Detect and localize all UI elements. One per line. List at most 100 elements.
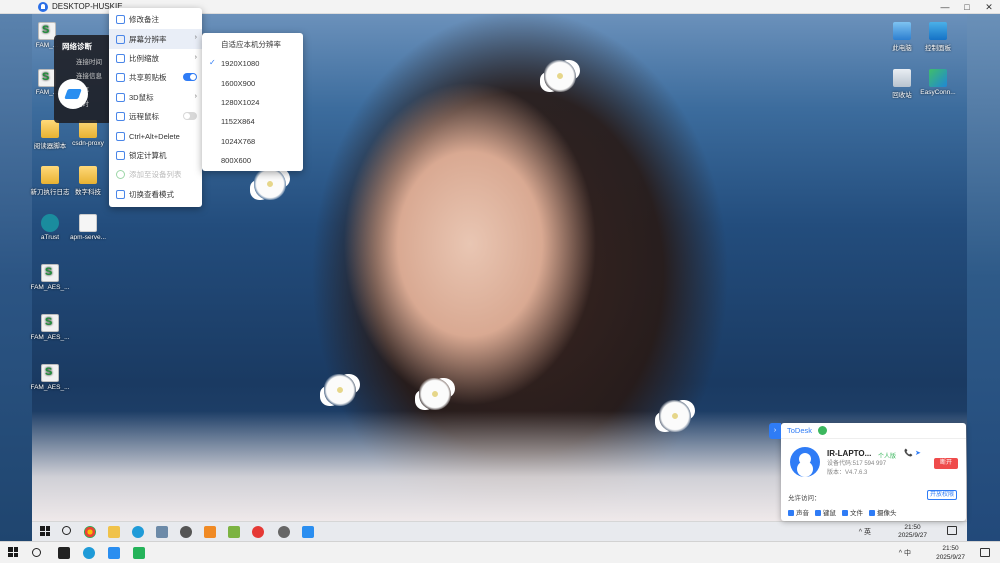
windows-logo-icon <box>40 526 50 536</box>
local-tray: ^ 中 <box>899 548 911 558</box>
permission-keyboard-mouse-checkbox[interactable]: 键鼠 <box>815 507 836 517</box>
chevron-right-icon: › <box>194 53 197 61</box>
remote-taskbar: ^ 英 21:50 2025/9/27 <box>32 521 967 541</box>
resolution-option-auto[interactable]: 自适应本机分辨率 <box>202 35 303 54</box>
excel-file-icon <box>41 314 59 332</box>
menu-item-3d-mouse[interactable]: 3D鼠标 › <box>109 88 202 107</box>
local-search-icon[interactable] <box>32 548 41 557</box>
permission-sound-checkbox[interactable]: 声音 <box>788 507 809 517</box>
menu-item-lock[interactable]: 锁定计算机 <box>109 146 202 165</box>
java-icon <box>79 214 97 232</box>
atrust-icon <box>41 214 59 232</box>
todesk-connection-popup: › ToDesk IR-LAPTO... 个人版 📞 ➤ 设备代码:517 59… <box>769 423 966 521</box>
desktop-icon-control-panel[interactable]: 控制面板 <box>916 22 960 52</box>
app-icon[interactable] <box>180 526 192 538</box>
desktop-icon-apm-server[interactable]: apm-serve... <box>66 214 110 241</box>
3d-icon <box>116 92 125 102</box>
menu-item-view-mode[interactable]: 切换查看模式 <box>109 185 202 204</box>
disconnect-button[interactable]: 断开 <box>934 458 958 469</box>
photos-icon[interactable] <box>156 526 168 538</box>
permission-list: 声音 键鼠 文件 摄像头 <box>788 507 897 517</box>
menu-item-remote-mouse[interactable]: 远程鼠标 <box>109 107 202 126</box>
edge-icon[interactable] <box>132 526 144 538</box>
app-orange-icon[interactable] <box>204 526 216 538</box>
network-diagnostic-panel[interactable]: 网络诊断 连接时间 连接信息 帧率 延时 <box>54 35 112 123</box>
menu-item-edit-note[interactable]: 修改备注 <box>109 10 202 29</box>
edition-tag: 个人版 <box>878 454 897 460</box>
send-icon[interactable]: ➤ <box>915 449 921 457</box>
app-red-icon[interactable] <box>252 526 264 538</box>
remote-time: 21:50 <box>904 524 921 531</box>
permission-camera-checkbox[interactable]: 摄像头 <box>869 507 897 517</box>
todesk-taskbar-icon[interactable] <box>302 526 314 538</box>
search-icon[interactable] <box>62 526 71 535</box>
menu-item-clipboard[interactable]: 共享剪贴板 <box>109 68 202 87</box>
recycle-bin-icon <box>893 69 911 87</box>
remote-tray: ^ 英 <box>859 527 871 537</box>
chrome-icon[interactable] <box>84 526 96 538</box>
permission-file-checkbox[interactable]: 文件 <box>842 507 863 517</box>
resolution-option-1024[interactable]: 1024X768 <box>202 131 303 150</box>
resolution-option-1152[interactable]: 1152X864 <box>202 112 303 131</box>
monitor-icon <box>116 34 125 44</box>
resolution-option-1600[interactable]: 1600X900 <box>202 74 303 93</box>
checkmark-icon: ✓ <box>209 58 216 68</box>
desktop-icon-easyconnect[interactable]: EasyConn... <box>916 69 960 96</box>
menu-item-ctrl-alt-delete[interactable]: Ctrl+Alt+Delete <box>109 126 202 145</box>
remote-mouse-toggle[interactable] <box>183 111 197 120</box>
mouse-icon <box>116 112 125 122</box>
shield-icon <box>818 426 828 435</box>
windows-logo-icon <box>8 547 18 557</box>
tray-caret[interactable]: ^ <box>859 529 862 536</box>
resolution-option-800[interactable]: 800X600 <box>202 151 303 170</box>
local-app-dark-icon[interactable] <box>58 547 70 559</box>
eye-icon <box>116 189 125 199</box>
notification-icon[interactable] <box>947 526 957 535</box>
local-ime-indicator[interactable]: 中 <box>904 550 911 557</box>
chevron-right-icon: › <box>194 34 197 42</box>
resolution-option-1280[interactable]: 1280X1024 <box>202 93 303 112</box>
plus-icon <box>116 170 125 180</box>
close-button[interactable]: ✕ <box>978 0 1000 14</box>
local-clock[interactable]: 21:50 2025/9/27 <box>936 544 965 562</box>
desktop-icon-fam-aes-1[interactable]: FAM_AES_... <box>28 264 72 291</box>
app-green-icon[interactable] <box>228 526 240 538</box>
menu-item-scale[interactable]: 比例缩放 › <box>109 49 202 68</box>
flower-decoration <box>655 396 695 436</box>
local-date: 2025/9/27 <box>936 554 965 561</box>
todesk-float-logo[interactable] <box>58 79 88 109</box>
collapse-popup-button[interactable]: › <box>769 423 781 439</box>
local-start-button[interactable] <box>8 547 20 559</box>
device-name: IR-LAPTO... <box>827 449 872 458</box>
local-edge-icon[interactable] <box>83 547 95 559</box>
device-code: 设备代码:517 594 997 <box>827 461 887 467</box>
ime-indicator[interactable]: 英 <box>864 529 871 536</box>
desktop-icon-csdn-proxy[interactable]: csdn-proxy <box>66 120 110 147</box>
menu-item-add-device: 添加至设备列表 <box>109 165 202 184</box>
clipboard-toggle[interactable] <box>183 73 197 82</box>
remote-clock[interactable]: 21:50 2025/9/27 <box>898 524 927 540</box>
phone-icon[interactable]: 📞 <box>904 449 913 457</box>
flower-decoration <box>415 374 455 414</box>
control-panel-icon <box>929 22 947 40</box>
open-permissions-button[interactable]: 开放权限 <box>927 490 957 500</box>
popup-title: ToDesk <box>787 426 813 435</box>
desktop-icon-fam-aes-3[interactable]: FAM_AES_... <box>28 364 72 391</box>
settings-gear-icon[interactable] <box>278 526 290 538</box>
start-button[interactable] <box>40 526 52 538</box>
resolution-submenu: 自适应本机分辨率 ✓ 1920X1080 1600X900 1280X1024 1… <box>202 33 303 171</box>
local-tray-caret[interactable]: ^ <box>899 550 902 557</box>
explorer-icon[interactable] <box>108 526 120 538</box>
remote-date: 2025/9/27 <box>898 532 927 539</box>
popup-header: ToDesk <box>781 423 966 439</box>
menu-item-resolution[interactable]: 屏幕分辨率 › <box>109 29 202 49</box>
desktop-icon-digital-tech[interactable]: 数字科技 <box>66 166 110 196</box>
desktop-icon-fam-aes-2[interactable]: FAM_AES_... <box>28 314 72 341</box>
local-todesk-icon[interactable] <box>108 547 120 559</box>
local-notification-icon[interactable] <box>980 548 990 557</box>
resolution-option-1920[interactable]: ✓ 1920X1080 <box>202 54 303 73</box>
minimize-button[interactable]: — <box>934 0 956 14</box>
device-version: 版本：V4.7.6.3 <box>827 470 868 476</box>
maximize-button[interactable]: □ <box>956 0 978 14</box>
local-wechat-icon[interactable] <box>133 547 145 559</box>
